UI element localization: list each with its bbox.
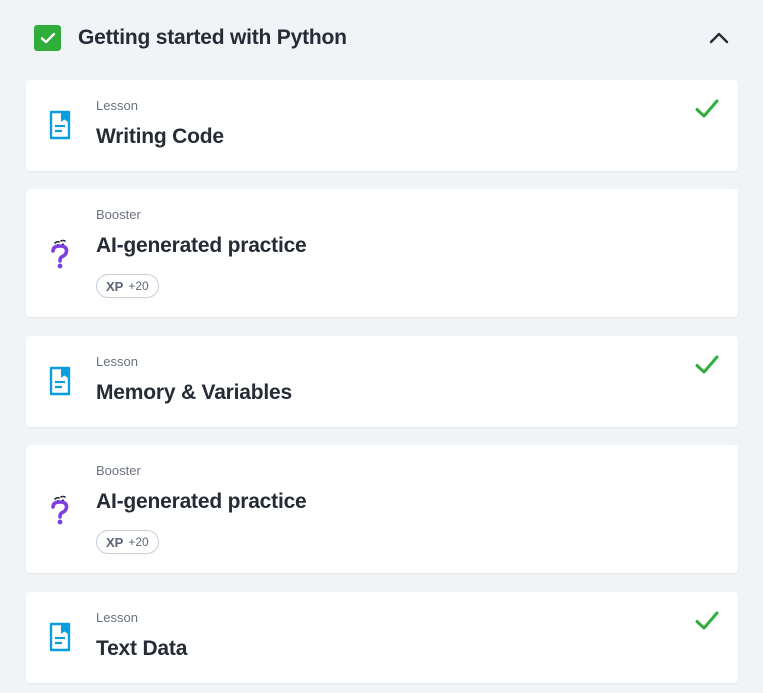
item-title: Memory & Variables (96, 381, 292, 404)
chapter-title: Getting started with Python (78, 26, 347, 49)
question-mark-icon (48, 492, 72, 526)
lesson-card[interactable]: Lesson Writing Code (26, 80, 738, 171)
booster-card[interactable]: Booster AI-generated practice XP +20 (26, 189, 738, 317)
completed-checkmark-icon (695, 355, 719, 374)
item-type-label: Booster (96, 207, 141, 222)
xp-badge: XP +20 (96, 530, 159, 554)
xp-label: XP (106, 278, 124, 294)
item-type-label: Booster (96, 463, 141, 478)
item-title: Writing Code (96, 125, 224, 148)
xp-value: +20 (128, 535, 149, 549)
completed-checkmark-icon (695, 99, 719, 118)
lesson-card[interactable]: Lesson Text Data (26, 592, 738, 683)
xp-value: +20 (128, 279, 149, 293)
lesson-document-icon (48, 366, 72, 396)
chapter-complete-checkbox (34, 25, 61, 51)
lesson-document-icon (48, 110, 72, 140)
item-title: AI-generated practice (96, 490, 307, 513)
completed-checkmark-icon (695, 611, 719, 630)
item-type-label: Lesson (96, 610, 138, 625)
booster-card[interactable]: Booster AI-generated practice XP +20 (26, 445, 738, 573)
xp-label: XP (106, 534, 124, 550)
item-type-label: Lesson (96, 98, 138, 113)
item-title: AI-generated practice (96, 234, 307, 257)
item-title: Text Data (96, 637, 188, 660)
collapse-chapter-button[interactable] (704, 24, 734, 52)
chapter-header[interactable]: Getting started with Python (0, 0, 763, 76)
lesson-document-icon (48, 622, 72, 652)
checkmark-icon (40, 32, 55, 44)
lesson-card[interactable]: Lesson Memory & Variables (26, 336, 738, 427)
question-mark-icon (48, 236, 72, 270)
item-type-label: Lesson (96, 354, 138, 369)
chevron-up-icon (709, 32, 729, 44)
xp-badge: XP +20 (96, 274, 159, 298)
